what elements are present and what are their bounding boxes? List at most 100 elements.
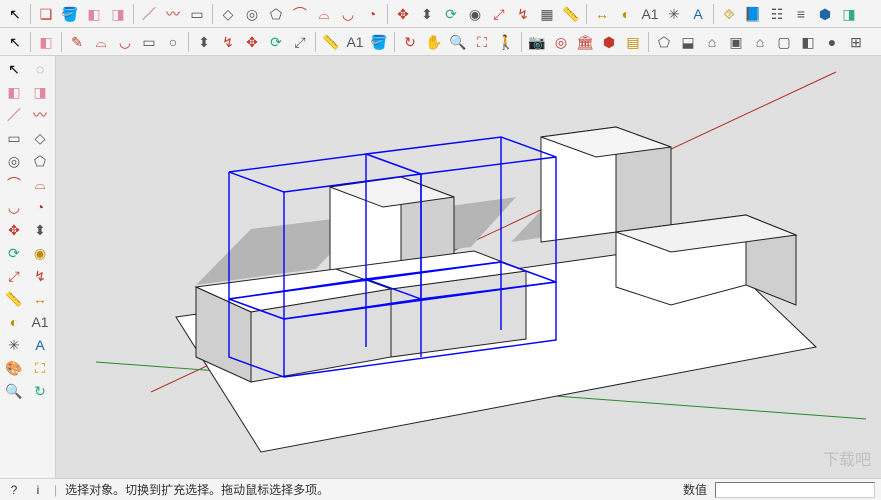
arc6-icon[interactable]: ⌓ [28, 173, 52, 195]
arc-tool-icon[interactable]: ⌒ [2, 173, 26, 195]
dims-input[interactable] [715, 482, 875, 498]
status-icon-help[interactable]: ? [6, 482, 22, 498]
monochrome-icon[interactable]: ◧ [797, 31, 819, 53]
move2-icon[interactable]: ✥ [241, 31, 263, 53]
axes2-icon[interactable]: ✳ [2, 334, 26, 356]
pencil-icon[interactable]: ✎ [66, 31, 88, 53]
scale-icon[interactable]: ⤢ [488, 3, 510, 25]
move-tool-icon[interactable]: ✥ [2, 219, 26, 241]
back-icon[interactable]: ⌂ [749, 31, 771, 53]
rotate-icon[interactable]: ⟳ [440, 3, 462, 25]
tape3-icon[interactable]: 📏 [2, 288, 26, 310]
eraser3-icon[interactable]: ◧ [35, 31, 57, 53]
status-icon-info[interactable]: i [30, 482, 46, 498]
make-component-icon[interactable]: ❏ [35, 3, 57, 25]
zoom2-icon[interactable]: 🔍 [2, 380, 26, 402]
rect-tool-icon[interactable]: ▭ [2, 127, 26, 149]
iso-icon[interactable]: ⬠ [653, 31, 675, 53]
paint2-icon[interactable]: 🪣 [368, 31, 390, 53]
offset-icon[interactable]: ↯ [512, 3, 534, 25]
viewport-3d[interactable]: 下载吧 [56, 56, 881, 478]
rotate3-icon[interactable]: ⟳ [2, 242, 26, 264]
warehouse-icon[interactable]: 🏛 [574, 31, 596, 53]
orbit-icon[interactable]: ↻ [399, 31, 421, 53]
text2-icon[interactable]: A1 [344, 31, 366, 53]
target-icon[interactable]: ◎ [550, 31, 572, 53]
camera-icon[interactable]: 📷 [526, 31, 548, 53]
arc3-icon[interactable]: ◡ [337, 3, 359, 25]
tape2-icon[interactable]: 📏 [320, 31, 342, 53]
right-icon[interactable]: ▣ [725, 31, 747, 53]
pushpull-icon[interactable]: ⬍ [416, 3, 438, 25]
pie-icon[interactable]: ◔ [361, 3, 383, 25]
offset3-icon[interactable]: ↯ [28, 265, 52, 287]
scale3-icon[interactable]: ⤢ [2, 265, 26, 287]
3dtext2-icon[interactable]: A [28, 334, 52, 356]
3dtext-icon[interactable]: A [687, 3, 709, 25]
select-icon[interactable]: ↖ [4, 3, 26, 25]
group-icon[interactable]: ▦ [536, 3, 558, 25]
pushpull2-icon[interactable]: ⬍ [193, 31, 215, 53]
shaded-icon[interactable]: ● [821, 31, 843, 53]
pie2-icon[interactable]: ◔ [28, 196, 52, 218]
move-icon[interactable]: ✥ [392, 3, 414, 25]
rotate2-icon[interactable]: ⟳ [265, 31, 287, 53]
warning-icon[interactable]: ⯑ [718, 3, 740, 25]
arc7-icon[interactable]: ◡ [2, 196, 26, 218]
followme2-icon[interactable]: ◉ [28, 242, 52, 264]
model-info-icon[interactable]: 📘 [742, 3, 764, 25]
freehand-icon[interactable]: 〰 [162, 3, 184, 25]
dimension-icon[interactable]: ↔ [591, 3, 613, 25]
text3-icon[interactable]: A1 [28, 311, 52, 333]
pan-icon[interactable]: ✋ [423, 31, 445, 53]
followme-icon[interactable]: ◉ [464, 3, 486, 25]
eraser2-icon[interactable]: ◨ [107, 3, 129, 25]
arc-icon[interactable]: ⌒ [289, 3, 311, 25]
arc5-icon[interactable]: ◡ [114, 31, 136, 53]
arc4-icon[interactable]: ⌓ [90, 31, 112, 53]
pushpull3-icon[interactable]: ⬍ [28, 219, 52, 241]
rect2-icon[interactable]: ▭ [138, 31, 160, 53]
freehand2-icon[interactable]: 〰 [28, 104, 52, 126]
person-icon[interactable]: 🚶 [495, 31, 517, 53]
circle2-icon[interactable]: ○ [162, 31, 184, 53]
scale2-icon[interactable]: ⤢ [289, 31, 311, 53]
section-plane-icon[interactable]: ◨ [838, 3, 860, 25]
polygon2-icon[interactable]: ⬠ [28, 150, 52, 172]
measure-icon[interactable]: 📏 [560, 3, 582, 25]
protractor2-icon[interactable]: ◐ [2, 311, 26, 333]
eraser-tool-icon[interactable]: ◧ [2, 81, 26, 103]
eraser4-icon[interactable]: ◨ [28, 81, 52, 103]
top-icon[interactable]: ⬓ [677, 31, 699, 53]
layers-icon[interactable]: ≡ [790, 3, 812, 25]
zoom-icon[interactable]: 🔍 [447, 31, 469, 53]
dimension2-icon[interactable]: ↔ [28, 288, 52, 310]
left-icon[interactable]: ▢ [773, 31, 795, 53]
select2-icon[interactable]: ↖ [4, 31, 26, 53]
polygon-icon[interactable]: ⬠ [265, 3, 287, 25]
circle-icon[interactable]: ◎ [241, 3, 263, 25]
line-tool-icon[interactable]: ／ [2, 104, 26, 126]
circle-tool-icon[interactable]: ◎ [2, 150, 26, 172]
layout-icon[interactable]: ▤ [622, 31, 644, 53]
eraser-icon[interactable]: ◧ [83, 3, 105, 25]
paint-bucket-icon[interactable]: 🪣 [59, 3, 81, 25]
offset2-icon[interactable]: ↯ [217, 31, 239, 53]
wireframe-icon[interactable]: ⊞ [845, 31, 867, 53]
protractor-icon[interactable]: ◐ [615, 3, 637, 25]
rectangle-icon[interactable]: ▭ [186, 3, 208, 25]
axes-icon[interactable]: ✳ [663, 3, 685, 25]
section3-icon[interactable]: ⛶ [28, 357, 52, 379]
rotrect-icon[interactable]: ◇ [28, 127, 52, 149]
text-icon[interactable]: A1 [639, 3, 661, 25]
line-icon[interactable]: ／ [138, 3, 160, 25]
extwarehouse-icon[interactable]: ⬢ [598, 31, 620, 53]
arc2-icon[interactable]: ⌓ [313, 3, 335, 25]
select-tool-icon[interactable]: ↖ [2, 58, 26, 80]
orbit2-icon[interactable]: ↻ [28, 380, 52, 402]
rotated-rect-icon[interactable]: ◇ [217, 3, 239, 25]
section2-icon[interactable]: 🎨 [2, 357, 26, 379]
extension-icon[interactable]: ⬢ [814, 3, 836, 25]
front-icon[interactable]: ⌂ [701, 31, 723, 53]
lasso-icon[interactable]: ◌ [28, 58, 52, 80]
